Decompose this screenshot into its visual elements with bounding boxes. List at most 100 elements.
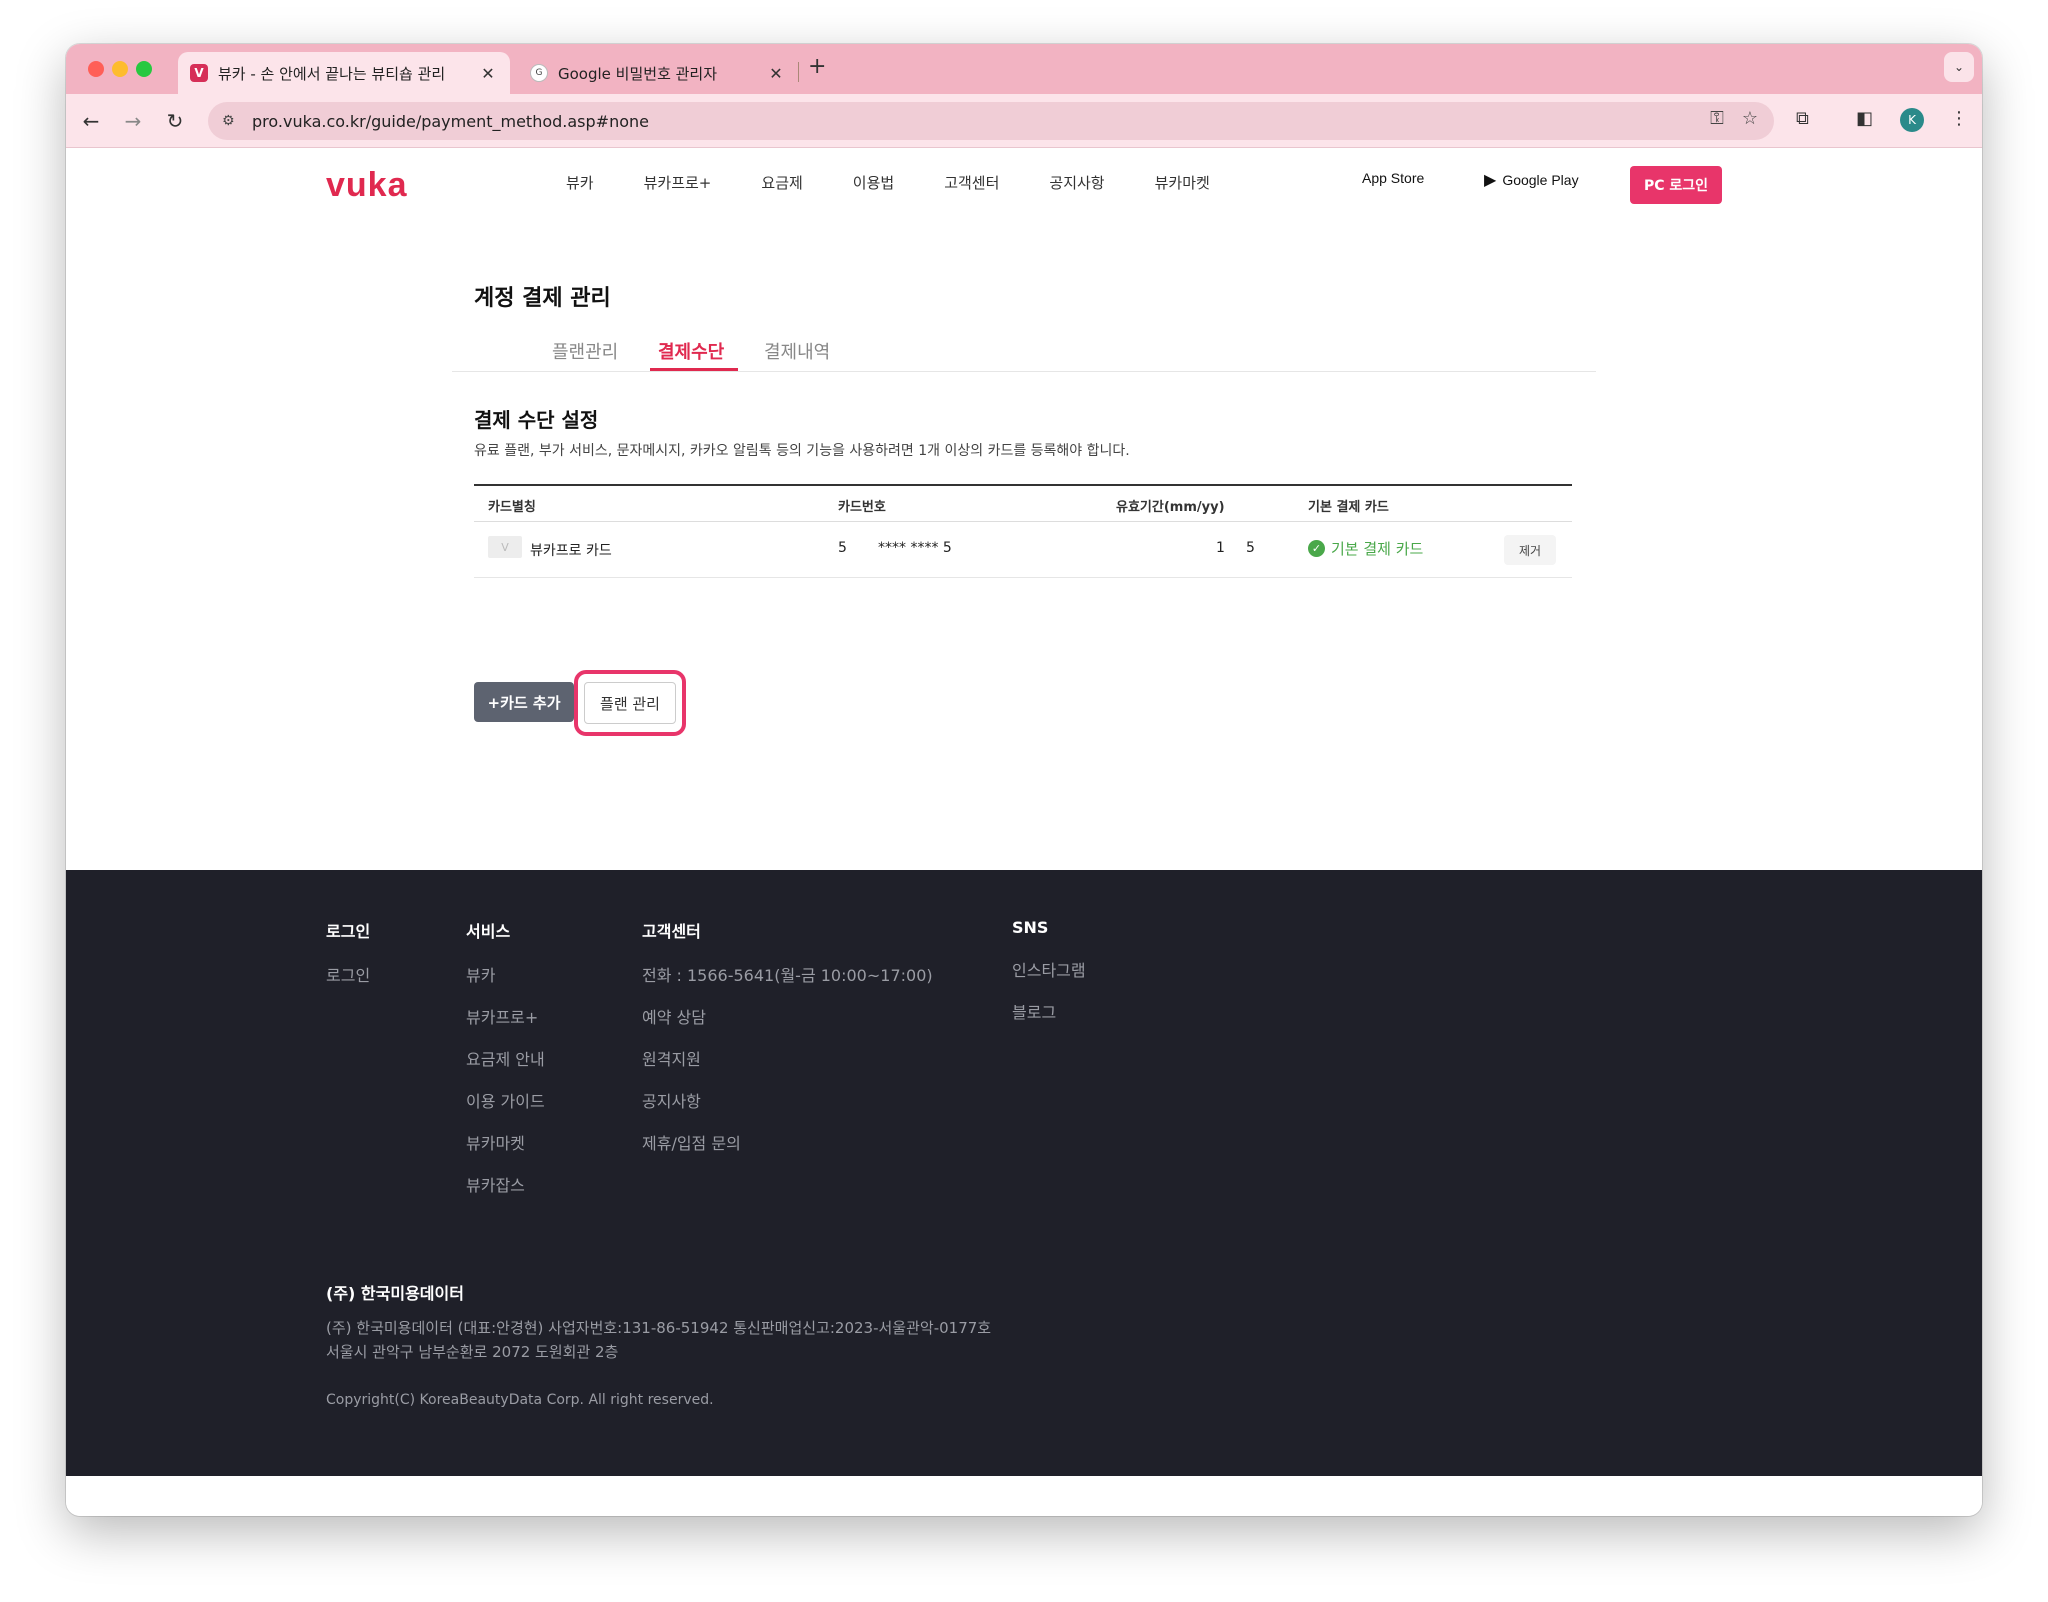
nav-item-vuka-pro[interactable]: 뷰카프로+ — [644, 172, 712, 193]
check-circle-icon: ✓ — [1308, 540, 1325, 557]
footer-link[interactable]: 뷰카잡스 — [466, 1172, 545, 1214]
footer-link[interactable]: 제휴/입점 문의 — [642, 1130, 933, 1172]
plan-manage-button[interactable]: 플랜 관리 — [584, 682, 676, 724]
footer-link[interactable]: 이용 가이드 — [466, 1088, 545, 1130]
card-expiry-month: 1 — [1216, 540, 1225, 556]
browser-toolbar: ← → ↻ ⚙ pro.vuka.co.kr/guide/payment_met… — [66, 94, 1982, 148]
main-nav: 뷰카 뷰카프로+ 요금제 이용법 고객센터 공지사항 뷰카마켓 — [566, 172, 1260, 193]
nav-item-notice[interactable]: 공지사항 — [1049, 172, 1104, 193]
site-settings-icon[interactable]: ⚙ — [222, 113, 246, 129]
card-table: 카드별칭 카드번호 유효기간(mm/yy) 기본 결제 카드 V 뷰카프로 카드… — [474, 484, 1572, 578]
tab-plan-manage[interactable]: 플랜관리 — [552, 338, 618, 364]
tab-strip: V 뷰카 - 손 안에서 끝나는 뷰티숍 관리 ✕ G Google 비밀번호 … — [66, 44, 1982, 94]
close-icon[interactable]: ✕ — [478, 64, 498, 83]
tab-search-button[interactable]: ⌄ — [1944, 52, 1974, 82]
footer-link-blog[interactable]: 블로그 — [1012, 999, 1086, 1041]
remove-card-button[interactable]: 제거 — [1504, 535, 1556, 565]
tab-separator — [798, 62, 799, 82]
tab-payment-history[interactable]: 결제내역 — [764, 338, 830, 364]
company-name: (주) 한국미용데이터 — [326, 1284, 464, 1303]
bookmark-star-icon[interactable]: ☆ — [1742, 108, 1758, 129]
tab-vuka[interactable]: V 뷰카 - 손 안에서 끝나는 뷰티숍 관리 ✕ — [178, 52, 510, 94]
footer-heading: 서비스 — [466, 922, 511, 941]
maximize-window-button[interactable] — [136, 61, 152, 77]
company-info-line: (주) 한국미용데이터 (대표:안경현) 사업자번호:131-86-51942 … — [326, 1319, 992, 1337]
close-icon[interactable]: ✕ — [766, 64, 786, 83]
card-thumbnail: V — [488, 536, 522, 558]
nav-item-pricing[interactable]: 요금제 — [761, 172, 802, 193]
table-row: V 뷰카프로 카드 5 **** **** 5 1 5 ✓ 기본 결제 카드 제… — [474, 522, 1572, 578]
new-tab-button[interactable]: + — [808, 54, 826, 79]
footer-link[interactable]: 뷰카프로+ — [466, 1004, 545, 1046]
card-number-masked: **** **** 5 — [878, 540, 952, 556]
column-header-default: 기본 결제 카드 — [1308, 500, 1389, 515]
menu-dots-icon[interactable]: ⋮ — [1950, 108, 1968, 129]
nav-item-market[interactable]: 뷰카마켓 — [1155, 172, 1210, 193]
app-store-link[interactable]: App Store — [1356, 170, 1424, 186]
add-card-button[interactable]: +카드 추가 — [474, 682, 574, 722]
nav-item-guide[interactable]: 이용법 — [853, 172, 894, 193]
google-play-link[interactable]: ▶ Google Play — [1484, 170, 1579, 190]
pc-login-button[interactable]: PC 로그인 — [1630, 166, 1722, 204]
column-header-alias: 카드별칭 — [488, 500, 536, 515]
extensions-icon[interactable]: ⧉ — [1796, 108, 1809, 129]
vuka-icon: V — [190, 64, 208, 82]
footer-column-service: 서비스 뷰카 뷰카프로+ 요금제 안내 이용 가이드 뷰카마켓 뷰카잡스 — [466, 918, 545, 1214]
column-header-expiry: 유효기간(mm/yy) — [1116, 500, 1225, 515]
tab-google-password[interactable]: G Google 비밀번호 관리자 ✕ — [518, 52, 798, 94]
chevron-down-icon: ⌄ — [1953, 60, 1965, 74]
google-play-label: Google Play — [1502, 172, 1579, 188]
copyright: Copyright(C) KoreaBeautyData Corp. All r… — [326, 1392, 714, 1408]
card-expiry-year: 5 — [1246, 540, 1255, 556]
password-key-icon[interactable]: ⚿ — [1710, 108, 1724, 129]
footer-heading: 고객센터 — [642, 922, 701, 941]
forward-button[interactable]: → — [118, 106, 148, 136]
footer-column-support: 고객센터 전화 : 1566-5641(월-금 10:00~17:00) 예약 … — [642, 918, 933, 1172]
tab-title: Google 비밀번호 관리자 — [558, 64, 718, 83]
footer-column-sns: SNS 인스타그램 블로그 — [1012, 918, 1086, 1041]
web-page: vuka 뷰카 뷰카프로+ 요금제 이용법 고객센터 공지사항 뷰카마켓 App… — [66, 148, 1982, 1516]
app-store-label: App Store — [1362, 170, 1425, 186]
reload-icon: ↻ — [166, 109, 184, 133]
active-tab-indicator — [650, 368, 738, 371]
url-text[interactable]: pro.vuka.co.kr/guide/payment_method.asp#… — [252, 112, 649, 131]
company-info: (주) 한국미용데이터 (대표:안경현) 사업자번호:131-86-51942 … — [326, 1316, 991, 1364]
default-card-label: 기본 결제 카드 — [1331, 540, 1424, 558]
footer-link[interactable]: 뷰카마켓 — [466, 1130, 545, 1172]
footer-link[interactable]: 예약 상담 — [642, 1004, 933, 1046]
footer-phone: 전화 : 1566-5641(월-금 10:00~17:00) — [642, 966, 933, 985]
avatar[interactable]: K — [1900, 108, 1924, 132]
card-number-prefix: 5 — [838, 540, 847, 556]
column-header-number: 카드번호 — [838, 500, 886, 515]
footer-link[interactable]: 요금제 안내 — [466, 1046, 545, 1088]
footer-link-login[interactable]: 로그인 — [326, 962, 370, 1004]
address-bar[interactable]: ⚙ pro.vuka.co.kr/guide/payment_method.as… — [208, 102, 1774, 140]
tab-payment-method[interactable]: 결제수단 — [658, 338, 724, 364]
card-alias: 뷰카프로 카드 — [530, 543, 612, 559]
page-title: 계정 결제 관리 — [474, 286, 611, 311]
vuka-logo[interactable]: vuka — [326, 166, 408, 205]
back-button[interactable]: ← — [76, 106, 106, 136]
side-panel-icon[interactable]: ◧ — [1856, 108, 1873, 129]
arrow-right-icon: → — [124, 109, 142, 133]
arrow-left-icon: ← — [82, 109, 100, 133]
footer: 로그인 로그인 서비스 뷰카 뷰카프로+ 요금제 안내 이용 가이드 뷰카마켓 … — [66, 870, 1982, 1476]
reload-button[interactable]: ↻ — [160, 106, 190, 136]
payment-method-title: 결제 수단 설정 — [474, 408, 599, 432]
footer-column-login: 로그인 로그인 — [326, 918, 370, 1004]
footer-link-instagram[interactable]: 인스타그램 — [1012, 957, 1086, 999]
nav-item-vuka[interactable]: 뷰카 — [566, 172, 594, 193]
footer-heading: SNS — [1012, 918, 1049, 937]
table-header: 카드별칭 카드번호 유효기간(mm/yy) 기본 결제 카드 — [474, 484, 1572, 522]
footer-link[interactable]: 뷰카 — [466, 962, 545, 1004]
account-tabs: 플랜관리 결제수단 결제내역 — [452, 328, 1596, 372]
google-password-icon: G — [530, 64, 548, 82]
footer-link[interactable]: 공지사항 — [642, 1088, 933, 1130]
nav-item-support[interactable]: 고객센터 — [944, 172, 999, 193]
footer-link[interactable]: 원격지원 — [642, 1046, 933, 1088]
company-address: 서울시 관악구 남부순환로 2072 도원회관 2층 — [326, 1343, 619, 1361]
play-icon: ▶ — [1484, 172, 1497, 189]
minimize-window-button[interactable] — [112, 61, 128, 77]
close-window-button[interactable] — [88, 61, 104, 77]
browser-window: V 뷰카 - 손 안에서 끝나는 뷰티숍 관리 ✕ G Google 비밀번호 … — [66, 44, 1982, 1516]
